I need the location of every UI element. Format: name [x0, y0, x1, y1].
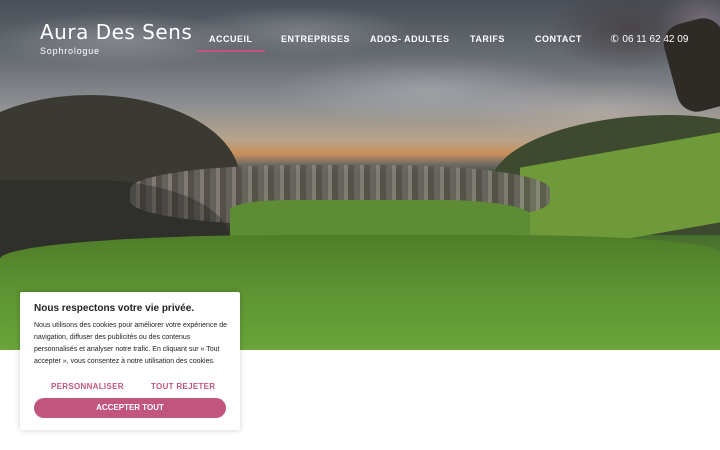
customize-button[interactable]: PERSONNALISER: [51, 382, 124, 391]
nav-item-tarifs[interactable]: TARIFS: [470, 34, 505, 44]
phone-link[interactable]: ✆06 11 62 42 09: [608, 32, 689, 47]
phone-icon: ✆: [608, 32, 622, 47]
phone-number: 06 11 62 42 09: [622, 34, 689, 45]
reject-all-button[interactable]: TOUT REJETER: [151, 382, 215, 391]
nav-item-accueil[interactable]: ACCUEIL: [197, 34, 264, 52]
accept-all-button[interactable]: ACCEPTER TOUT: [34, 398, 226, 418]
cookie-text: Nous utilisons des cookies pour améliore…: [34, 322, 227, 365]
nav-item-ados-adultes[interactable]: ADOS- ADULTES: [370, 34, 450, 44]
nav-item-contact[interactable]: CONTACT: [535, 34, 582, 44]
nav-item-entreprises[interactable]: ENTREPRISES: [281, 34, 350, 44]
cookie-banner: Nous respectons votre vie privée. Nous u…: [20, 292, 240, 430]
cookie-title: Nous respectons votre vie privée.: [34, 303, 195, 314]
